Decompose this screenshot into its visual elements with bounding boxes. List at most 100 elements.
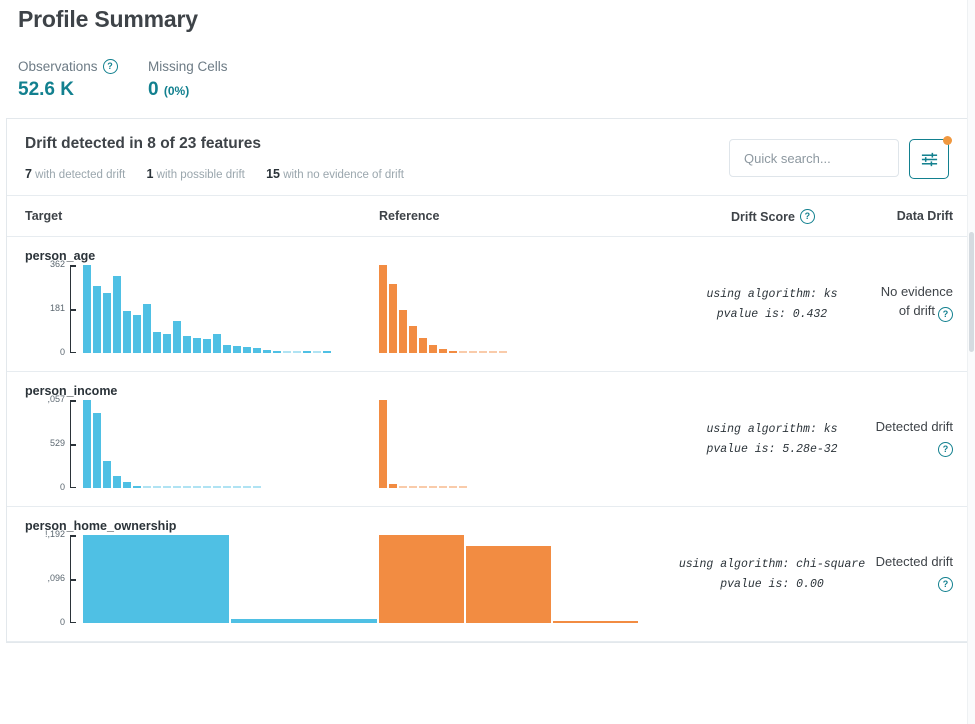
histogram-bar — [163, 486, 171, 488]
y-axis-tick — [70, 400, 76, 402]
histogram-bar — [223, 486, 231, 488]
histogram-bar — [399, 310, 407, 353]
histogram-bars — [379, 265, 509, 353]
histogram-bar — [243, 486, 251, 488]
histogram-bar — [233, 346, 241, 353]
histogram-bar — [379, 400, 387, 488]
drift-summary: Drift detected in 8 of 23 features 7 wit… — [25, 135, 422, 181]
histogram-bars — [83, 400, 263, 488]
histogram-bar — [153, 331, 161, 353]
metric-missing-cells-percent: (0%) — [163, 84, 190, 98]
help-icon[interactable]: ? — [938, 441, 953, 457]
histogram-bar — [263, 349, 271, 353]
metric-observations-label: Observations ? — [18, 59, 148, 74]
histogram-bar — [419, 486, 427, 488]
drift-count-detected: 7 with detected drift — [25, 167, 129, 181]
histogram-bar — [133, 315, 141, 353]
scrollbar-thumb[interactable] — [969, 232, 974, 352]
drift-count-none: 15 with no evidence of drift — [266, 167, 405, 181]
drift-pvalue: pvalue is: 5.28e-32 — [706, 442, 838, 456]
drift-algorithm: using algorithm: ks — [706, 288, 838, 301]
drift-count-none-text: with no evidence of drift — [283, 169, 405, 181]
histogram-bar — [193, 486, 201, 488]
y-axis-tick-label: 181 — [49, 303, 65, 313]
page-scrollbar[interactable] — [967, 0, 975, 724]
y-axis-tick — [70, 535, 76, 537]
histogram-bar — [466, 545, 551, 623]
filter-badge-dot — [943, 136, 952, 145]
histogram-bar — [273, 350, 281, 353]
table-row[interactable]: person_income ,057 529 0 using algorithm: ks… — [7, 372, 967, 507]
drift-count-possible-text: with possible drift — [156, 169, 245, 181]
histogram-bar — [83, 265, 91, 353]
histogram-bar — [183, 486, 191, 488]
column-header-target: Target — [25, 209, 63, 223]
histogram-bar — [323, 351, 331, 353]
search-input[interactable] — [742, 149, 922, 167]
y-axis-tick-label: ,057 — [47, 394, 65, 404]
help-icon[interactable]: ? — [799, 209, 815, 224]
table-row[interactable]: person_home_ownership !,192,096 0 using alg… — [7, 507, 967, 642]
column-header-reference: Reference — [379, 209, 440, 223]
histogram-bar — [103, 292, 111, 353]
y-axis: !,192 ,096 0 — [25, 529, 77, 627]
y-axis-tick-label: 0 — [59, 482, 65, 492]
histogram-bar — [123, 482, 131, 488]
histogram-bar — [303, 350, 311, 353]
histogram-bar — [183, 335, 191, 353]
metric-observations-text: Observations — [18, 59, 98, 74]
column-header-data-drift: Data Drift — [896, 209, 953, 223]
histogram-bars — [379, 400, 469, 488]
histogram-bar — [173, 321, 181, 353]
column-header-drift-score: Drift Score ? — [731, 209, 815, 224]
drift-count-possible: 1 with possible drift — [147, 167, 249, 181]
help-icon[interactable]: ? — [102, 59, 118, 74]
histogram-bars — [379, 535, 640, 623]
histogram-bar — [399, 486, 407, 488]
search-controls — [729, 135, 952, 181]
histogram-bar — [173, 486, 181, 488]
metric-observations-value: 52.6 K — [18, 79, 74, 100]
y-axis-tick-label: 0 — [59, 617, 65, 627]
histogram-bar — [203, 339, 211, 353]
histogram-bar — [489, 351, 497, 353]
feature-name: person_income — [25, 384, 118, 398]
drift-card: Drift detected in 8 of 23 features 7 wit… — [6, 118, 968, 643]
table-header: Target Reference Drift Score ? Data Drif… — [7, 195, 967, 237]
histogram-bar — [389, 484, 397, 488]
histogram-bar — [253, 486, 261, 488]
drift-score-cell: using algorithm: ks pvalue is: 5.28e-32 — [647, 420, 897, 459]
target-histogram: !,192 ,096 0 — [25, 529, 379, 627]
y-axis-tick — [70, 579, 76, 581]
histogram-bar — [313, 351, 321, 353]
search-box[interactable] — [729, 139, 922, 177]
histogram-bar — [143, 486, 151, 488]
help-icon[interactable]: ? — [938, 306, 953, 322]
histogram-bar — [553, 620, 638, 623]
metric-missing-cells-value: 0 (0%) — [148, 79, 228, 101]
help-icon[interactable]: ? — [938, 576, 953, 592]
histogram-bar — [113, 276, 121, 353]
filter-button[interactable] — [909, 136, 952, 179]
sliders-icon[interactable] — [920, 150, 939, 169]
histogram-bar — [409, 325, 417, 353]
histogram-bar — [203, 486, 211, 488]
y-axis-tick-label: 0 — [59, 347, 65, 357]
histogram-bar — [83, 400, 91, 488]
y-axis-tick-label: 362 — [49, 259, 65, 269]
metric-missing-cells-number: 0 — [148, 79, 159, 100]
histogram-bar — [213, 334, 221, 353]
drift-pvalue: pvalue is: 0.00 — [720, 577, 824, 591]
histogram-bar — [123, 311, 131, 353]
data-drift-verdict: Detected drift? — [875, 553, 953, 592]
drift-count-none-num: 15 — [266, 167, 280, 181]
page-title: Profile Summary — [18, 6, 198, 32]
histogram-bar — [193, 337, 201, 353]
drift-score-cell: using algorithm: chi-square pvalue is: 0.… — [647, 555, 897, 594]
table-row[interactable]: person_age 362 181 0 using algorithm: ks pval… — [7, 237, 967, 372]
histogram-bar — [113, 476, 121, 488]
drift-score-cell: using algorithm: ks pvalue is: 0.432 — [647, 285, 897, 324]
drift-title: Drift detected in 8 of 23 features — [25, 135, 262, 152]
drift-count-detected-text: with detected drift — [35, 169, 126, 181]
y-axis-tick — [70, 351, 76, 353]
